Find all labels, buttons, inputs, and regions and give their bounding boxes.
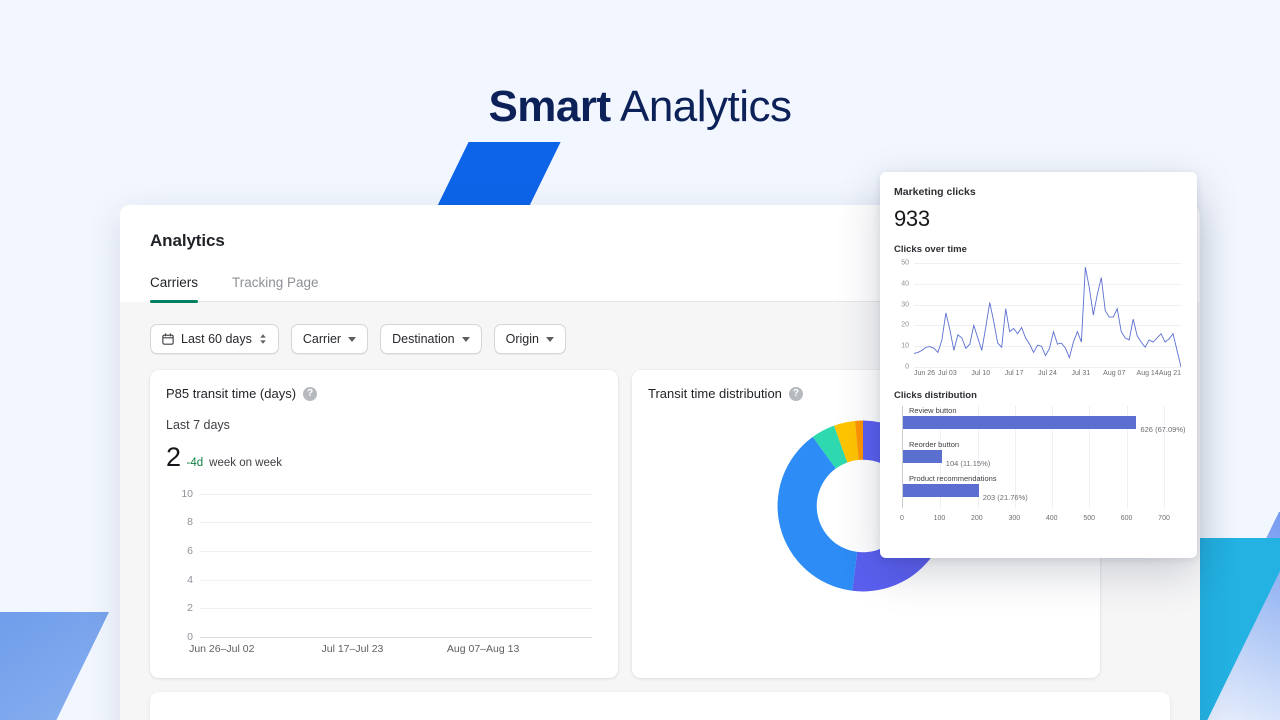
page-title: Smart Analytics xyxy=(0,80,1280,134)
distribution-x-tick: 200 xyxy=(971,515,983,522)
distribution-item: Product recommendations 203 (21.76%) xyxy=(903,473,1179,502)
line-chart-x-labels: Jun 26 Jul 03 Jul 10 Jul 17 Jul 24 Jul 31 Aug … xyxy=(914,370,1181,380)
calendar-icon xyxy=(162,333,174,345)
tab-carriers[interactable]: Carriers xyxy=(150,275,199,303)
page-title-light: Analytics xyxy=(610,82,792,131)
line-chart-x-tick: Jul 24 xyxy=(1038,370,1057,377)
distribution-item-label: Review button xyxy=(909,406,957,415)
line-chart-y-tick: 30 xyxy=(901,301,909,309)
distribution-bar[interactable] xyxy=(903,483,979,497)
bar-chart-y-tick: 6 xyxy=(187,544,193,557)
filter-carrier[interactable]: Carrier xyxy=(290,324,369,354)
p85-bar-chart: 0 2 4 6 8 10 Jun 26–Jul 02 Jul 17–Jul 23 Aug 07… xyxy=(166,481,596,659)
bar-chart-y-tick: 0 xyxy=(187,631,193,643)
distribution-bar-value: 203 (21.76%) xyxy=(982,492,1028,502)
distribution-x-tick: 400 xyxy=(1045,515,1058,522)
distribution-x-labels: 0 100 200 300 400 500 600 700 xyxy=(900,512,1179,524)
bar-chart-bars xyxy=(200,485,592,637)
filter-origin[interactable]: Origin xyxy=(493,324,566,354)
line-chart-x-tick: Aug 21 xyxy=(1158,370,1181,377)
line-path xyxy=(914,267,1181,367)
distribution-x-tick: 300 xyxy=(1008,515,1021,522)
clicks-over-time-label: Clicks over time xyxy=(894,244,967,255)
line-chart-y-tick: 0 xyxy=(905,363,909,371)
filter-date-range[interactable]: Last 60 days xyxy=(150,324,279,354)
chevron-down-icon xyxy=(348,336,357,342)
bar-chart-gridline: 0 xyxy=(187,631,592,643)
filter-destination-label: Destination xyxy=(392,332,455,346)
filter-origin-label: Origin xyxy=(505,332,539,346)
additional-card-placeholder xyxy=(150,692,1170,720)
marketing-clicks-card: Marketing clicks 933 Clicks over time 0 1… xyxy=(880,172,1197,558)
line-chart-plot: 0 10 20 30 40 50 xyxy=(901,260,1181,371)
distribution-x-tick: 0 xyxy=(900,515,904,522)
distribution-bar[interactable] xyxy=(903,416,1137,429)
distribution-item: Review button 626 (67.09%) xyxy=(903,406,1186,434)
distribution-bar[interactable] xyxy=(903,449,942,463)
bar-chart-x-labels: Jun 26–Jul 02 Jul 17–Jul 23 Aug 07–Aug 13 xyxy=(189,643,592,657)
marketing-clicks-label: Marketing clicks xyxy=(894,186,976,198)
distribution-x-tick: 500 xyxy=(1083,515,1095,522)
p85-transit-time-card: P85 transit time (days) ? Last 7 days 2 … xyxy=(150,370,618,678)
chevron-down-icon xyxy=(461,336,470,342)
filter-destination[interactable]: Destination xyxy=(380,324,482,354)
distribution-bar-wrap: 104 (11.15%) xyxy=(903,449,1179,468)
bar-chart-y-tick: 2 xyxy=(187,602,193,615)
chevron-down-icon xyxy=(545,336,554,342)
distribution-item-label: Reorder button xyxy=(909,439,960,449)
p85-card-header: P85 transit time (days) ? xyxy=(166,386,602,401)
distribution-plot: Review button 626 (67.09%) Reorder button 1… xyxy=(902,406,1186,508)
bar-chart-x-tick: Jun 26–Jul 02 xyxy=(189,643,255,655)
line-chart-x-tick: Jul 03 xyxy=(938,370,957,377)
filter-carrier-label: Carrier xyxy=(302,332,342,346)
line-chart-x-tick: Jul 10 xyxy=(971,370,991,377)
distribution-bar-wrap: 203 (21.76%) xyxy=(903,483,1179,502)
line-chart-x-tick: Jul 31 xyxy=(1071,370,1091,377)
line-chart-x-tick: Jul 17 xyxy=(1004,370,1024,377)
bar-chart-y-tick: 4 xyxy=(187,573,193,586)
help-icon[interactable]: ? xyxy=(788,386,803,401)
line-chart-y-tick: 40 xyxy=(901,280,909,288)
clicks-distribution-chart: Review button 626 (67.09%) Reorder button 1… xyxy=(894,406,1186,524)
marketing-clicks-value: 933 xyxy=(894,206,930,231)
line-chart-x-tick: Jun 26 xyxy=(914,370,936,377)
decorative-parallelogram-bottom-left xyxy=(0,612,110,720)
p85-range-label: Last 7 days xyxy=(166,418,230,432)
help-icon[interactable]: ? xyxy=(303,386,318,401)
line-chart-x-tick: Aug 07 xyxy=(1103,370,1126,377)
p85-kpi-row: 2 -4d week on week xyxy=(166,442,602,473)
bar-chart-x-tick: Aug 07–Aug 13 xyxy=(446,643,520,655)
p85-kpi-value: 2 xyxy=(166,442,181,472)
p85-delta-note: week on week xyxy=(209,457,283,469)
bar-chart-x-tick: Jul 17–Jul 23 xyxy=(321,643,384,655)
distribution-bar-wrap: 626 (67.09%) xyxy=(903,416,1186,434)
clicks-distribution-label: Clicks distribution xyxy=(894,390,977,401)
page-title-bold: Smart xyxy=(488,82,611,131)
distribution-bar-value: 626 (67.09%) xyxy=(1140,425,1186,434)
distribution-item-label: Product recommendations xyxy=(909,473,997,483)
clicks-over-time-chart: 0 10 20 30 40 50 Jun 26 Jul 03 Jul 10 Jul 17 Jul … xyxy=(894,259,1183,381)
decorative-parallelogram-top xyxy=(435,142,561,210)
screenshot-stage: Smart Analytics Analytics Carriers Track… xyxy=(0,0,1280,720)
line-chart-x-tick: Aug 14 xyxy=(1136,370,1159,377)
line-chart-series xyxy=(914,263,1181,367)
line-chart-y-tick: 10 xyxy=(901,342,909,350)
distribution-x-tick: 600 xyxy=(1120,515,1133,522)
filter-date-range-label: Last 60 days xyxy=(181,332,252,346)
p85-delta: -4d xyxy=(186,457,204,469)
line-chart-gridline: 0 xyxy=(905,364,1181,371)
stepper-icon xyxy=(259,333,267,345)
bar-chart-y-tick: 10 xyxy=(181,487,193,500)
p85-card-title: P85 transit time (days) xyxy=(166,386,297,401)
distribution-card-title: Transit time distribution xyxy=(648,386,782,401)
distribution-x-tick: 100 xyxy=(933,515,946,522)
bar-chart-y-tick: 8 xyxy=(187,516,193,529)
line-chart-y-tick: 20 xyxy=(901,321,909,329)
distribution-x-tick: 700 xyxy=(1158,515,1170,522)
tab-tracking-page[interactable]: Tracking Page xyxy=(232,275,319,301)
distribution-item: Reorder button 104 (11.15%) xyxy=(903,439,1179,468)
line-chart-y-tick: 50 xyxy=(901,259,909,267)
distribution-bar-value: 104 (11.15%) xyxy=(945,458,991,468)
bar-chart-plot: 0 2 4 6 8 10 xyxy=(181,485,592,643)
